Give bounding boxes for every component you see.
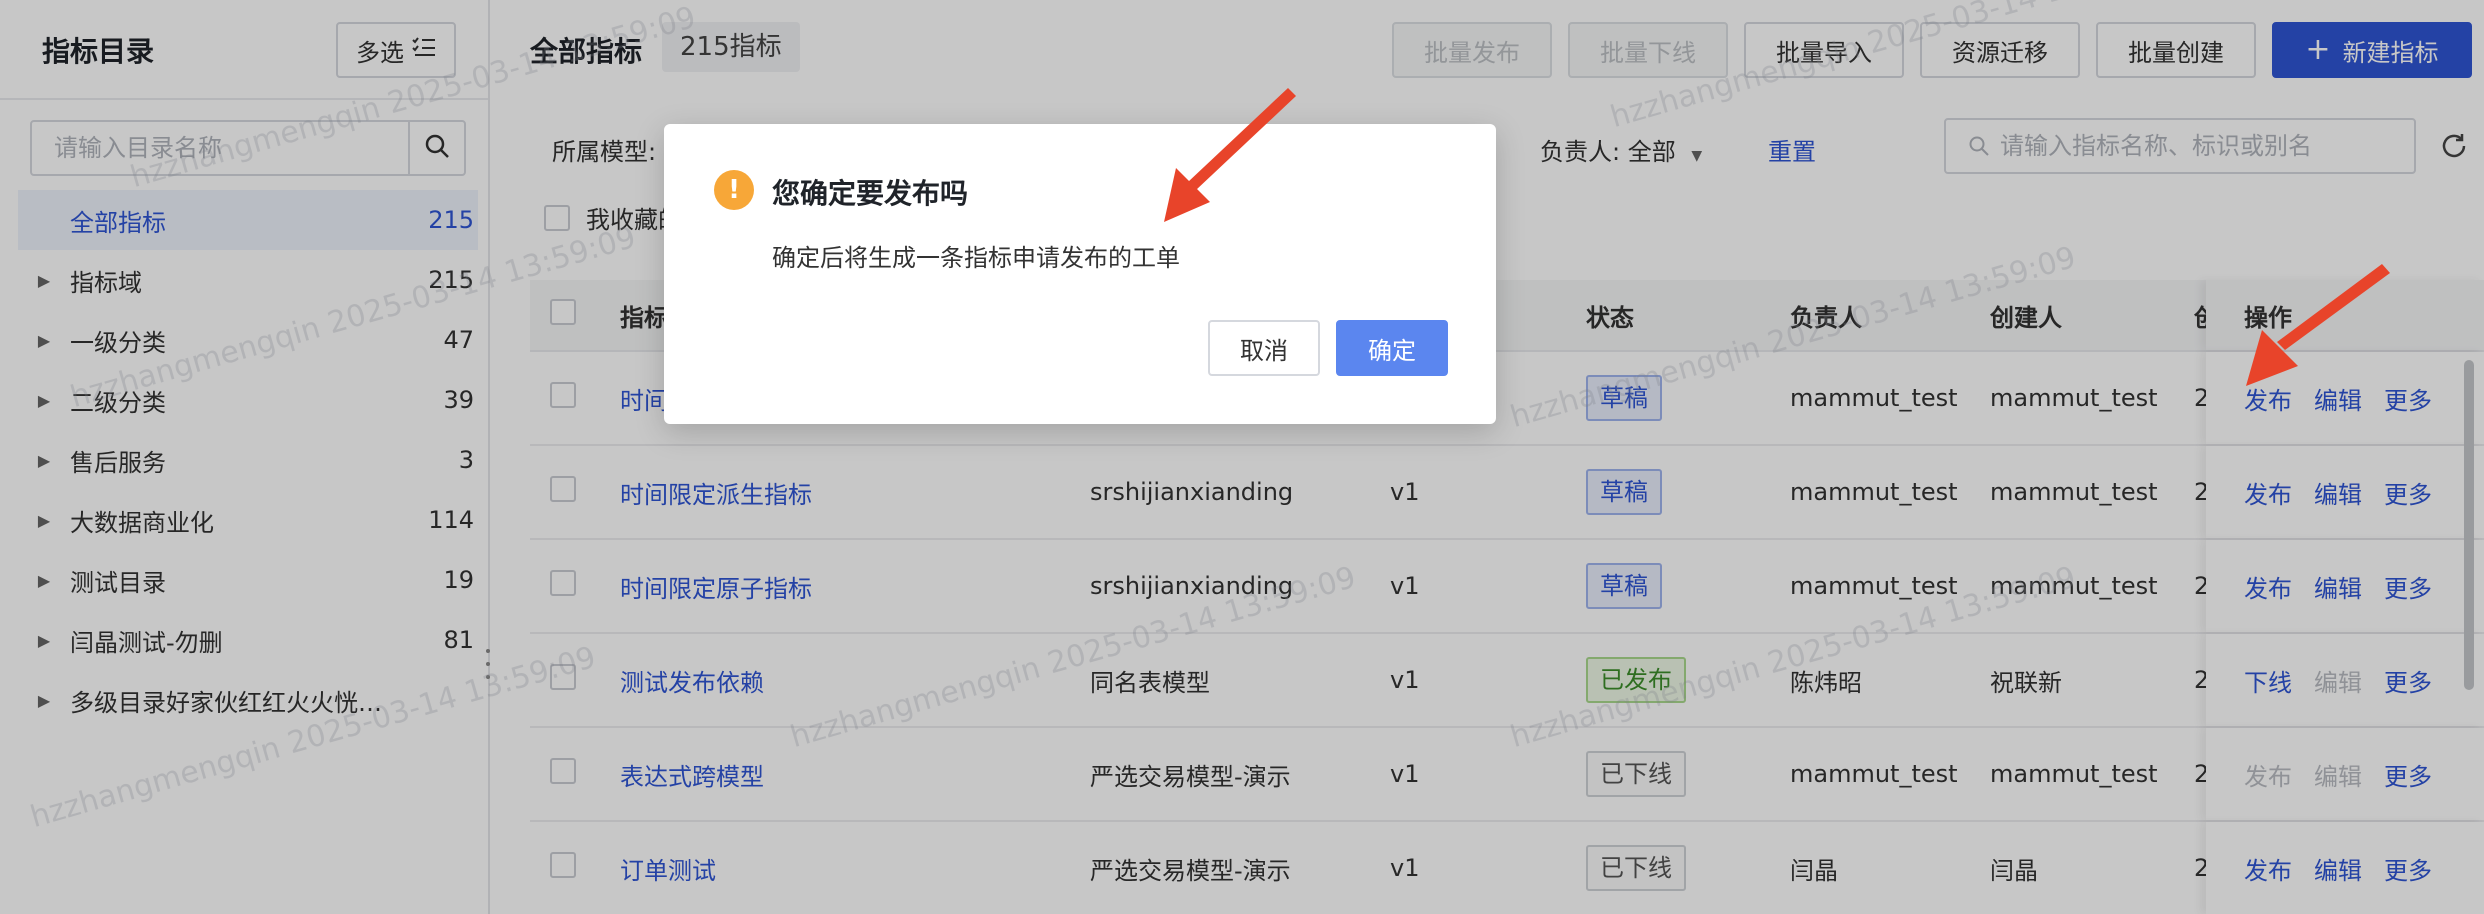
warning-icon: ! — [714, 170, 754, 210]
confirm-button[interactable]: 确定 — [1336, 320, 1448, 376]
dialog-title: 您确定要发布吗 — [772, 177, 969, 210]
app: 指标目录 多选 全部指标 215 ▶ 指标域 — [0, 0, 2484, 914]
dialog-message: 确定后将生成一条指标申请发布的工单 — [772, 244, 1180, 272]
confirm-dialog: ! 您确定要发布吗 确定后将生成一条指标申请发布的工单 取消 确定 — [664, 124, 1496, 424]
cancel-button[interactable]: 取消 — [1208, 320, 1320, 376]
